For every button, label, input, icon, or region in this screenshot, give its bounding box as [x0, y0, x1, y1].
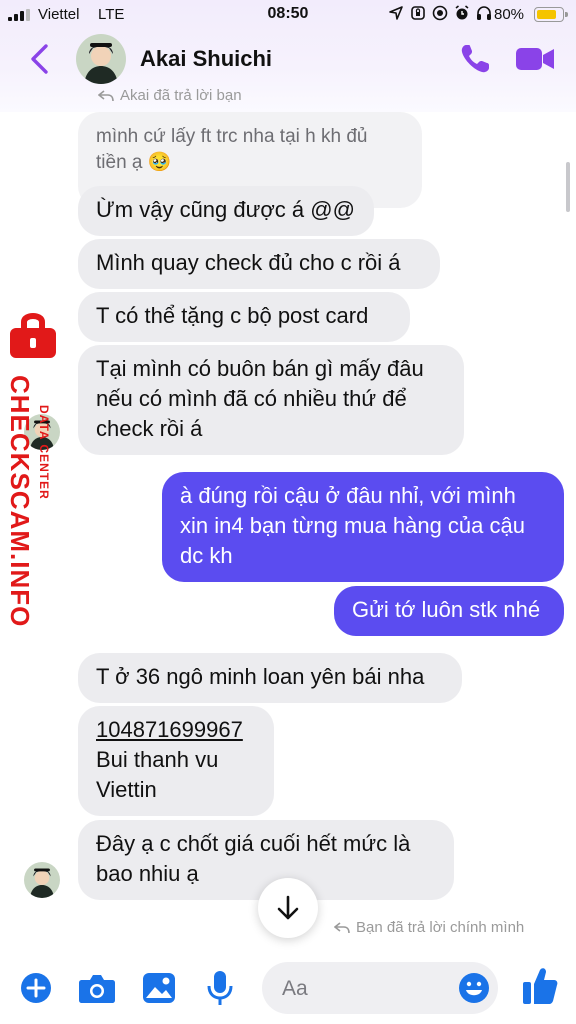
- plus-icon[interactable]: [20, 972, 52, 1004]
- alarm-icon: [455, 5, 469, 20]
- message-composer[interactable]: [262, 962, 498, 1014]
- message-text: Ừm vậy cũng được á @@: [96, 197, 355, 222]
- arrow-down-icon: [277, 895, 299, 920]
- message-bubble[interactable]: T ở 36 ngô minh loan yên bái nha: [78, 653, 462, 703]
- scrollbar[interactable]: [566, 162, 570, 212]
- battery-percent: 80%: [494, 6, 525, 23]
- message-text: dc kh: [180, 543, 233, 568]
- message-text: Bui thanh vu: [96, 747, 219, 772]
- reply-indicator-text: Akai đã trả lời bạn: [120, 87, 242, 104]
- reply-indicator-text: Bạn đã trả lời chính mình: [356, 919, 525, 936]
- message-text: Gửi tớ luôn stk nhé: [352, 597, 541, 622]
- rotation-lock-icon: [411, 6, 425, 20]
- sender-avatar[interactable]: [24, 862, 60, 898]
- message-text: check rồi á: [96, 416, 203, 441]
- thumbs-up-icon[interactable]: [522, 966, 558, 1006]
- message-input[interactable]: [282, 975, 452, 1003]
- scroll-to-bottom-button[interactable]: [258, 878, 318, 938]
- video-call-icon[interactable]: [514, 44, 556, 74]
- message-text: mình cứ lấy ft trc nha tại h kh đủ: [96, 126, 368, 147]
- message-text: xin in4 bạn từng mua hàng của cậu: [180, 513, 525, 538]
- message-text: Đây ạ c chốt giá cuối hết mức là: [96, 831, 411, 856]
- sent-message-bubble[interactable]: Gửi tớ luôn stk nhé: [334, 586, 564, 636]
- contact-avatar[interactable]: [76, 34, 126, 84]
- watermark-brand: CHECKSCAM.INFO: [5, 375, 35, 628]
- message-text: à đúng rồi cậu ở đâu nhỉ, với mình: [180, 483, 516, 508]
- back-button[interactable]: [26, 42, 54, 76]
- account-number-link[interactable]: 104871699967: [96, 715, 256, 745]
- contact-name[interactable]: Akai Shuichi: [140, 46, 272, 72]
- message-bubble[interactable]: T có thể tặng c bộ post card: [78, 292, 410, 342]
- camera-icon[interactable]: [78, 972, 116, 1004]
- status-bar: Viettel LTE 08:50 80%: [0, 0, 576, 30]
- message-text: nếu có mình đã có nhiều thứ để: [96, 386, 407, 411]
- message-bubble[interactable]: Mình quay check đủ cho c rồi á: [78, 239, 440, 289]
- message-text: Tại mình có buôn bán gì mấy đâu: [96, 356, 424, 381]
- battery-icon: [534, 7, 568, 22]
- message-bubble[interactable]: 104871699967 Bui thanh vu Viettin: [78, 706, 274, 816]
- microphone-icon[interactable]: [206, 970, 234, 1006]
- reply-arrow-icon: [98, 89, 114, 101]
- location-icon: [389, 6, 403, 20]
- emoji-icon[interactable]: [458, 972, 490, 1004]
- gallery-icon[interactable]: [142, 972, 176, 1004]
- phone-call-icon[interactable]: [458, 42, 492, 76]
- message-text: bao nhiu ạ: [96, 861, 199, 886]
- message-text: T ở 36 ngô minh loan yên bái nha: [96, 664, 425, 689]
- message-text: Viettin: [96, 777, 157, 802]
- message-text: T có thể tặng c bộ post card: [96, 303, 369, 328]
- watermark-tag: DATA CENTER: [37, 405, 51, 500]
- message-bubble[interactable]: Ừm vậy cũng được á @@: [78, 186, 374, 236]
- sent-message-bubble[interactable]: à đúng rồi cậu ở đâu nhỉ, với mình xin i…: [162, 472, 564, 582]
- lock-watermark-icon: [10, 313, 56, 358]
- reply-indicator: Bạn đã trả lời chính mình: [334, 919, 524, 936]
- reply-arrow-icon: [334, 921, 350, 933]
- message-text: tiền ạ 🥹: [96, 152, 172, 173]
- message-bubble[interactable]: Tại mình có buôn bán gì mấy đâu nếu có m…: [78, 345, 464, 455]
- reply-indicator: Akai đã trả lời bạn: [98, 87, 242, 104]
- focus-icon: [432, 5, 448, 21]
- headphones-icon: [477, 6, 491, 20]
- watermark: DATA CENTER CHECKSCAM.INFO: [0, 375, 51, 627]
- message-text: Mình quay check đủ cho c rồi á: [96, 250, 401, 275]
